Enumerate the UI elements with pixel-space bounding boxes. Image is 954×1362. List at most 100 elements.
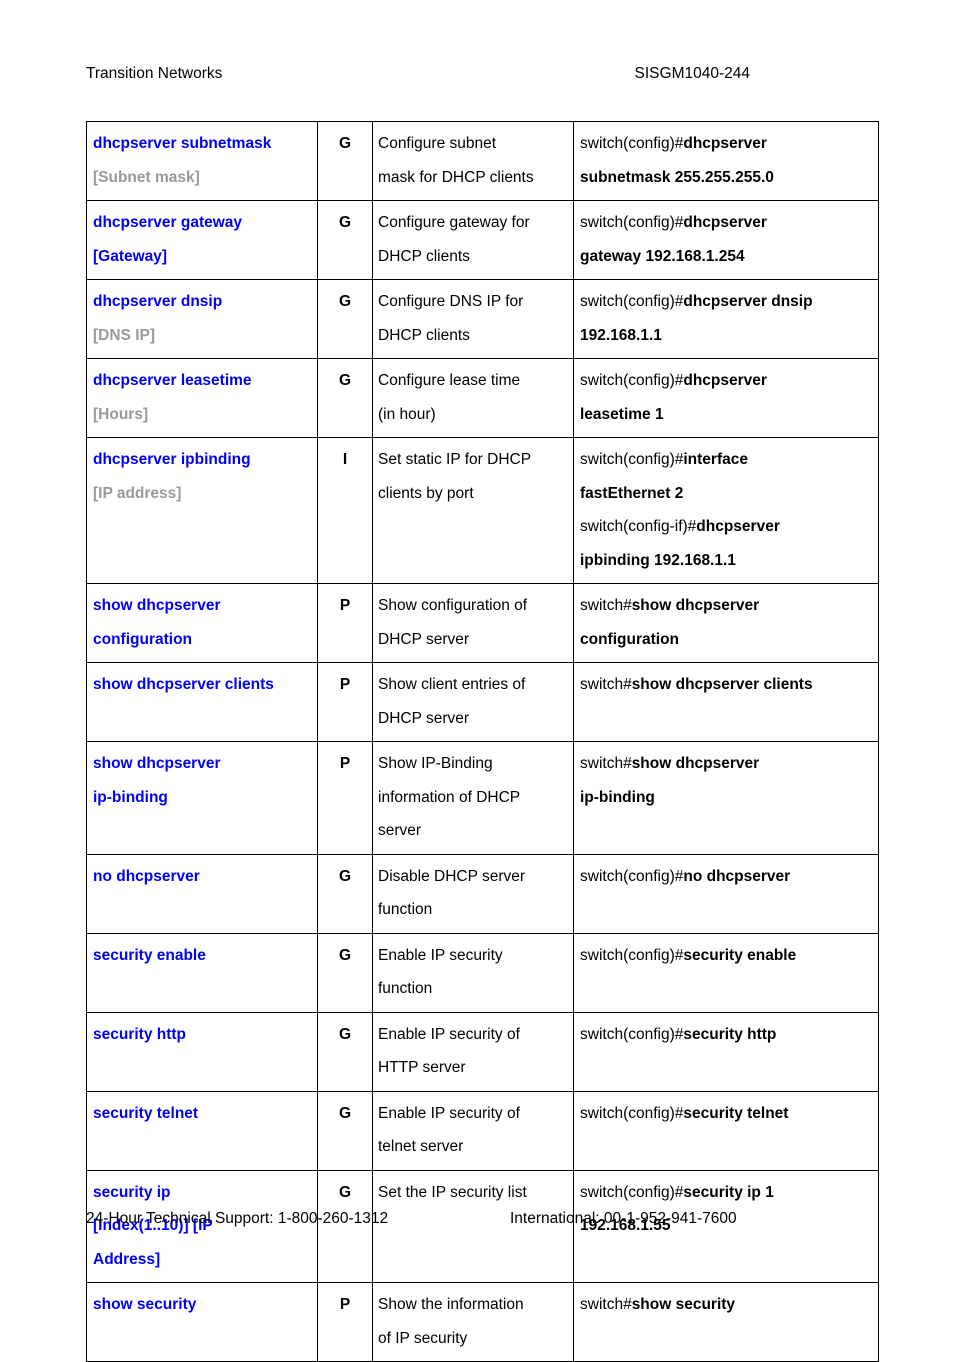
cli-prompt: switch(config)# [580,293,684,310]
description-line: mask for DHCP clients [378,168,534,186]
cli-prompt: switch(config)# [580,135,684,152]
example-cell: switch(config)#dhcpserver leasetime 1 [573,358,879,438]
description-cell: Configure subnet mask for DHCP clients [372,121,574,201]
header-company-name: Transition Networks [86,65,223,82]
mode-cell: G [317,200,373,280]
example-line: switch(config)#security telnet [580,1097,874,1131]
command-name: show dhcpserver [93,597,221,614]
example-line: switch#show dhcpserver clients [580,668,874,702]
example-cell: switch(config)#interface fastEthernet 2 sw… [573,437,879,584]
table-row: dhcpserver gateway [Gateway] G Configure ga… [86,200,879,280]
cli-prompt: switch(config)# [580,214,684,231]
description-line: Configure gateway for [378,214,530,231]
example-cell: switch(config)#dhcpserver dnsip 192.168.1… [573,279,879,359]
example-line: switch(config)#no dhcpserver [580,860,874,894]
description-line: DHCP server [378,630,470,648]
document-page: Transition Networks SISGM1040-244 dhcpse… [0,0,954,1362]
page-footer: 24-Hour Technical Support: 1-800-260-131… [86,1208,878,1232]
example-line: gateway 192.168.1.254 [580,240,874,274]
cli-prompt: switch# [580,1296,632,1313]
description-cell: Configure DNS IP for DHCP clients [372,279,574,359]
command-cell: dhcpserver dnsip [DNS IP] [86,279,318,359]
cli-prompt: switch(config)# [580,372,684,389]
command-cell: show dhcpserver clients [86,662,318,742]
command-cell: dhcpserver gateway [Gateway] [86,200,318,280]
example-line: fastEthernet 2 [580,477,874,511]
description-line: (in hour) [378,405,436,423]
command-name: show dhcpserver clients [93,676,274,693]
description-line: Set the IP security list [378,1183,527,1201]
description-line: clients by port [378,484,474,502]
example-line: switch(config)#security ip 1 [580,1176,874,1210]
command-name: dhcpserver leasetime [93,372,252,389]
command-name: security http [93,1025,187,1043]
cli-command: fastEthernet 2 [580,484,684,502]
table-row: show dhcpserver clients P Show client entr… [86,662,879,742]
command-cell: dhcpserver ipbinding [IP address] [86,437,318,584]
command-name: dhcpserver subnetmask [93,135,272,152]
description-line: DHCP clients [378,326,470,344]
cli-prompt: switch# [580,755,632,772]
cli-command: 192.168.1.1 [580,326,662,344]
table-row: no dhcpserver G Disable DHCP server functio… [86,853,879,934]
cli-command: ipbinding 192.168.1.1 [580,551,736,569]
command-argument: [Subnet mask] [93,168,200,186]
command-reference-table: dhcpserver subnetmask [Subnet mask] G Confi… [86,121,879,1362]
description-line: Set static IP for DHCP [378,451,532,468]
example-line: switch(config)#dhcpserver dnsip [580,285,874,319]
command-cell: show dhcpserver configuration [86,583,318,663]
command-name: show security [93,1296,197,1313]
table-row: dhcpserver dnsip [DNS IP] G Configure DNS I… [86,279,879,359]
cli-command: dhcpserver [696,518,780,535]
mode-cell: P [317,662,373,742]
mode-cell: G [317,121,373,201]
cli-prompt: switch(config)# [580,1183,684,1201]
description-line: DHCP server [378,709,470,727]
description-line: Configure lease time [378,372,521,389]
command-argument: [DNS IP] [93,326,155,344]
description-line: server [378,822,422,839]
command-cell: dhcpserver subnetmask [Subnet mask] [86,121,318,201]
description-cell: Configure gateway for DHCP clients [372,200,574,280]
page-header: Transition Networks SISGM1040-244 [86,64,878,90]
description-cell: Set static IP for DHCP clients by port [372,437,574,584]
command-cell: no dhcpserver [86,853,318,934]
cli-command: gateway 192.168.1.254 [580,247,745,265]
cli-prompt: switch(config-if)# [580,518,697,535]
table-row: show dhcpserver configuration P Show config… [86,583,879,663]
example-cell: switch(config)#security enable [573,932,879,1013]
cli-prompt: switch(config)# [580,867,684,885]
description-cell: Enable IP security of telnet server [372,1090,574,1171]
example-cell: switch(config)#dhcpserver gateway 192.168… [573,200,879,280]
table-row: dhcpserver leasetime [Hours] G Configure le… [86,358,879,438]
description-line: Show the information [378,1296,524,1313]
description-cell: Show client entries of DHCP server [372,662,574,742]
cli-command: security ip 1 [683,1183,774,1201]
command-cell: security telnet [86,1090,318,1171]
command-argument: Address] [93,1250,161,1268]
example-line: switch(config)#security http [580,1018,874,1052]
example-line: leasetime 1 [580,398,874,432]
command-name: show dhcpserver [93,755,221,772]
mode-cell: G [317,853,373,934]
cli-prompt: switch(config)# [580,451,684,468]
table-row: show dhcpserver ip-binding P Show IP-Bindin… [86,741,879,855]
description-cell: Enable IP security function [372,932,574,1013]
description-cell: Enable IP security of HTTP server [372,1011,574,1092]
description-line: HTTP server [378,1059,466,1076]
command-name: no dhcpserver [93,867,200,885]
table-row: security enable G Enable IP security functi… [86,932,879,1013]
cli-prompt: switch(config)# [580,1025,684,1043]
example-line: ip-binding [580,781,874,815]
command-name: dhcpserver ipbinding [93,451,251,468]
example-line: switch(config)#security enable [580,939,874,973]
command-cell: dhcpserver leasetime [Hours] [86,358,318,438]
command-name: security enable [93,946,206,964]
example-line: switch(config-if)#dhcpserver [580,510,874,544]
table-row: dhcpserver ipbinding [IP address] I Set sta… [86,437,879,584]
cli-command: configuration [580,630,680,648]
description-line: telnet server [378,1138,464,1155]
example-cell: switch#show dhcpserver ip-binding [573,741,879,855]
mode-cell: G [317,358,373,438]
example-line: switch#show dhcpserver [580,589,874,623]
